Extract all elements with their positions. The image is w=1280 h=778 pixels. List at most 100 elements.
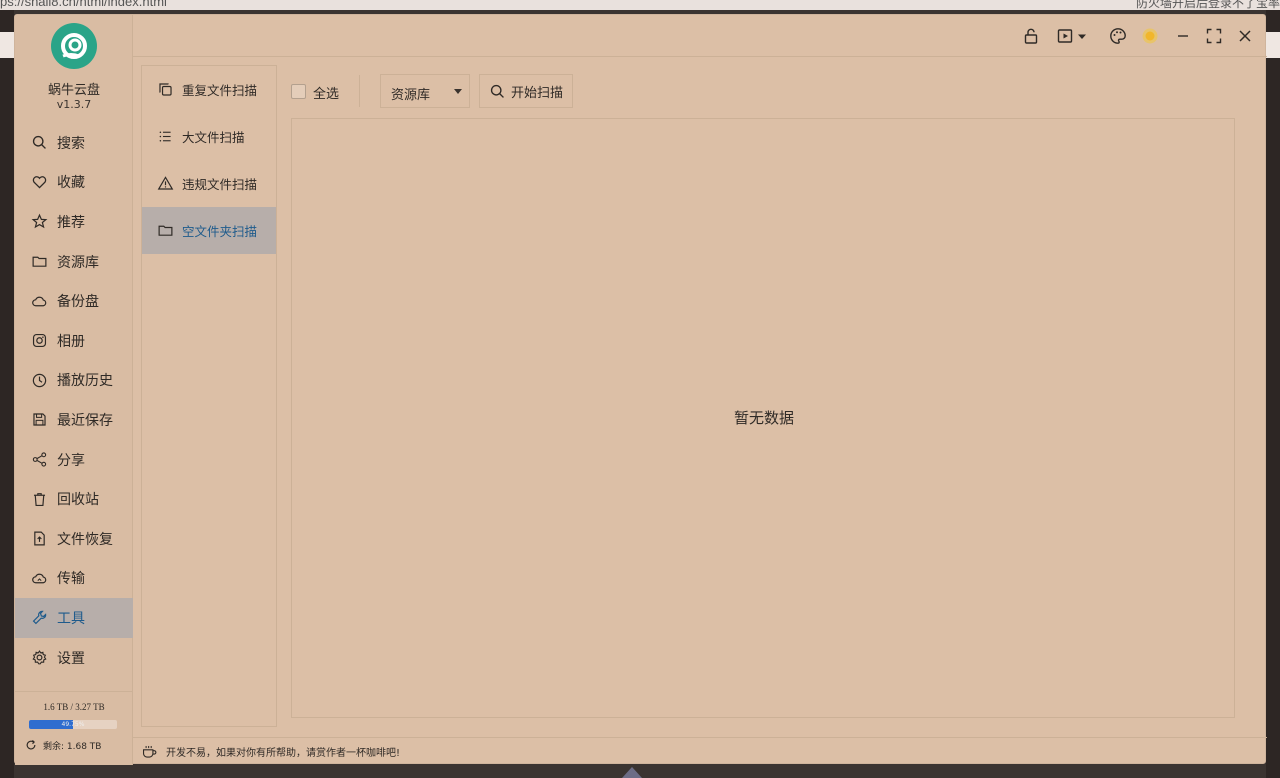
wrench-icon (32, 611, 47, 625)
footer-text: 开发不易，如果对你有所帮助，请赏作者一杯咖啡吧! (166, 748, 401, 759)
star-icon (31, 214, 48, 229)
app-window: 蜗牛云盘 v1.3.7 搜索 收藏 推荐 资源库 备份盘 相册 播放历史 最近保… (14, 14, 1267, 765)
sidebar-item-label: 相册 (57, 333, 85, 350)
tool-item-large-file-scan[interactable]: 大文件扫描 (142, 113, 276, 160)
lock-icon (1024, 28, 1038, 44)
storage-remaining-text: 剩余: 1.68 TB (43, 741, 102, 752)
file-restore-icon (34, 531, 45, 546)
trash-icon (33, 492, 46, 506)
list-icon (159, 131, 171, 142)
sidebar-item-backup[interactable]: 备份盘 (15, 281, 133, 321)
fullscreen-icon (1206, 28, 1222, 44)
scan-toolbar: 全选 资源库 开始扫描 (291, 73, 1241, 109)
share-icon (32, 452, 47, 467)
warning-icon (157, 176, 174, 190)
search-icon (490, 84, 504, 98)
close-button[interactable] (1235, 26, 1255, 46)
browser-right-text: 防火墙开启后登录不了宝率 (1135, 0, 1280, 10)
sidebar-item-recent-saves[interactable]: 最近保存 (15, 400, 133, 440)
scan-results-panel: 暂无数据 (291, 118, 1235, 718)
sidebar-item-favorites[interactable]: 收藏 (15, 163, 133, 203)
cloud-icon (32, 296, 47, 307)
sidebar-item-label: 最近保存 (57, 412, 113, 429)
library-select-value: 资源库 (391, 88, 431, 103)
storage-remaining: 剩余: 1.68 TB (24, 738, 101, 752)
start-scan-button[interactable]: 开始扫描 (479, 74, 573, 108)
left-background-edge (0, 10, 14, 778)
tool-item-label: 重复文件扫描 (182, 83, 258, 98)
sidebar-item-recommend[interactable]: 推荐 (15, 202, 133, 242)
sidebar-item-library[interactable]: 资源库 (15, 242, 133, 282)
tool-item-label: 空文件夹扫描 (182, 224, 258, 239)
start-scan-label: 开始扫描 (511, 85, 564, 101)
tool-item-label: 大文件扫描 (182, 130, 245, 145)
coin-icon (1142, 28, 1158, 44)
snail-logo-icon (61, 33, 87, 59)
play-icon (1057, 29, 1073, 43)
search-icon (32, 136, 46, 150)
sidebar-item-label: 播放历史 (57, 373, 113, 390)
minimize-button[interactable] (1173, 26, 1193, 46)
clock-icon (32, 373, 47, 388)
sidebar-item-history[interactable]: 播放历史 (15, 361, 133, 401)
sidebar-item-settings[interactable]: 设置 (15, 638, 133, 678)
sidebar-item-search[interactable]: 搜索 (15, 123, 133, 163)
tool-item-duplicate-scan[interactable]: 重复文件扫描 (142, 66, 276, 113)
caret-down-icon (1078, 34, 1086, 39)
sidebar-item-transfer[interactable]: 传输 (15, 559, 133, 599)
taskbar-notch (622, 767, 642, 778)
tool-item-label: 违规文件扫描 (182, 177, 258, 192)
theme-button[interactable] (1108, 26, 1128, 46)
lock-button[interactable] (1021, 26, 1041, 46)
app-logo (51, 23, 97, 69)
footer-bar: 开发不易，如果对你有所帮助，请赏作者一杯咖啡吧! (133, 737, 1267, 765)
tool-menu: 重复文件扫描 大文件扫描 违规文件扫描 空文件夹扫描 (141, 65, 277, 727)
transfer-icon (32, 573, 47, 584)
tool-item-violation-scan[interactable]: 违规文件扫描 (142, 160, 276, 207)
select-all-checkbox[interactable] (291, 84, 306, 99)
folder-icon (158, 225, 173, 236)
sidebar: 蜗牛云盘 v1.3.7 搜索 收藏 推荐 资源库 备份盘 相册 播放历史 最近保… (15, 15, 133, 765)
sidebar-nav: 搜索 收藏 推荐 资源库 备份盘 相册 播放历史 最近保存 分享 回收站 文件恢… (15, 123, 133, 677)
sidebar-item-share[interactable]: 分享 (15, 440, 133, 480)
minimize-icon (1178, 35, 1188, 37)
sidebar-item-label: 推荐 (57, 214, 85, 231)
sidebar-item-label: 搜索 (57, 135, 85, 152)
sidebar-item-file-restore[interactable]: 文件恢复 (15, 519, 133, 559)
sidebar-item-tools[interactable]: 工具 (15, 598, 133, 638)
toolbar-divider (359, 75, 360, 107)
tool-item-empty-folder-scan[interactable]: 空文件夹扫描 (142, 207, 276, 254)
sidebar-item-trash[interactable]: 回收站 (15, 479, 133, 519)
duplicate-icon (159, 83, 172, 96)
storage-percent: 49.75% (61, 721, 85, 728)
camera-icon (32, 334, 47, 348)
sidebar-item-album[interactable]: 相册 (15, 321, 133, 361)
caret-down-icon (454, 89, 462, 94)
sidebar-item-label: 备份盘 (57, 294, 99, 311)
empty-state-text: 暂无数据 (733, 409, 794, 427)
sidebar-item-label: 收藏 (57, 175, 85, 192)
sidebar-item-label: 文件恢复 (57, 531, 113, 548)
maximize-button[interactable] (1204, 26, 1224, 46)
palette-icon (1110, 28, 1126, 44)
sidebar-item-label: 分享 (57, 452, 85, 469)
sidebar-item-label: 传输 (57, 571, 85, 588)
app-name: 蜗牛云盘 (47, 83, 100, 98)
app-version: v1.3.7 (56, 98, 92, 111)
storage-panel: 1.6 TB / 3.27 TB 49.75% 剩余: 1.68 TB (15, 691, 133, 752)
sidebar-item-label: 工具 (57, 610, 85, 627)
heart-icon (32, 176, 47, 189)
player-menu-button[interactable] (1055, 26, 1091, 46)
coin-button[interactable] (1140, 26, 1160, 46)
library-select[interactable]: 资源库 (380, 74, 470, 108)
right-background-edge (1266, 10, 1280, 778)
browser-strip: ps://snail8.cn/html/index.html 防火墙开启后登录不… (0, 0, 1280, 10)
sidebar-item-label: 资源库 (57, 254, 99, 271)
storage-progress-bar: 49.75% (29, 720, 117, 729)
save-icon (33, 413, 46, 427)
gear-icon (32, 650, 47, 665)
select-all-label[interactable]: 全选 (313, 83, 339, 102)
close-icon (1239, 30, 1251, 42)
sidebar-item-label: 回收站 (57, 492, 99, 509)
coffee-icon (142, 745, 157, 758)
